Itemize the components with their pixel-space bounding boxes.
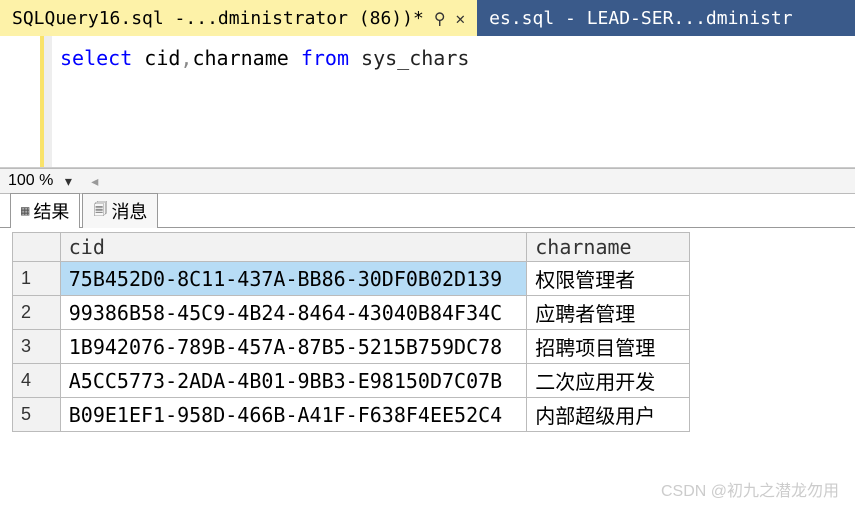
grid-icon: ▦ xyxy=(21,203,29,219)
row-number[interactable]: 5 xyxy=(13,398,61,432)
cell-charname[interactable]: 二次应用开发 xyxy=(527,364,690,398)
cell-cid[interactable]: 75B452D0-8C11-437A-BB86-30DF0B02D139 xyxy=(60,262,527,296)
col-charname: charname xyxy=(192,46,300,70)
sql-editor[interactable]: select cid,charname from sys_chars xyxy=(0,36,855,168)
tab-label: SQLQuery16.sql -...dministrator (86))* xyxy=(12,8,424,29)
tab-sqlquery16[interactable]: SQLQuery16.sql -...dministrator (86))* ⚲… xyxy=(0,0,477,36)
row-number[interactable]: 1 xyxy=(13,262,61,296)
cell-charname[interactable]: 权限管理者 xyxy=(527,262,690,296)
tab-label: es.sql - LEAD-SER...dministr xyxy=(489,8,792,29)
tab-results-label: 结果 xyxy=(33,198,69,224)
cell-cid[interactable]: A5CC5773-2ADA-4B01-9BB3-E98150D7C07B xyxy=(60,364,527,398)
results-grid[interactable]: cid charname 1 75B452D0-8C11-437A-BB86-3… xyxy=(12,232,690,432)
cell-charname[interactable]: 招聘项目管理 xyxy=(527,330,690,364)
pin-icon[interactable]: ⚲ xyxy=(434,9,446,28)
cell-charname[interactable]: 内部超级用户 xyxy=(527,398,690,432)
watermark: CSDN @初九之潜龙勿用 xyxy=(661,477,839,501)
row-number[interactable]: 4 xyxy=(13,364,61,398)
editor-code[interactable]: select cid,charname from sys_chars xyxy=(52,36,477,167)
result-tabs: ▦ 结果 🗐 消息 xyxy=(0,194,855,228)
tab-messages-label: 消息 xyxy=(111,198,147,224)
messages-icon: 🗐 xyxy=(93,199,107,223)
scroll-left-icon[interactable]: ◂ xyxy=(85,171,104,192)
tab-messages[interactable]: 🗐 消息 xyxy=(82,193,158,228)
row-number[interactable]: 2 xyxy=(13,296,61,330)
editor-change-bar xyxy=(44,36,52,167)
table-row[interactable]: 5 B09E1EF1-958D-466B-A41F-F638F4EE52C4 内… xyxy=(13,398,690,432)
tab-essql[interactable]: es.sql - LEAD-SER...dministr xyxy=(477,0,804,36)
cell-cid[interactable]: 99386B58-45C9-4B24-8464-43040B84F34C xyxy=(60,296,527,330)
tab-results[interactable]: ▦ 结果 xyxy=(10,193,80,228)
zoom-value: 100 % xyxy=(0,172,59,190)
comma: , xyxy=(180,46,192,70)
table-row[interactable]: 3 1B942076-789B-457A-87B5-5215B759DC78 招… xyxy=(13,330,690,364)
keyword-select: select xyxy=(60,46,132,70)
header-charname[interactable]: charname xyxy=(527,233,690,262)
table-row[interactable]: 2 99386B58-45C9-4B24-8464-43040B84F34C 应… xyxy=(13,296,690,330)
cell-cid[interactable]: B09E1EF1-958D-466B-A41F-F638F4EE52C4 xyxy=(60,398,527,432)
zoom-bar: 100 % ▾ ◂ xyxy=(0,168,855,194)
keyword-from: from xyxy=(301,46,349,70)
header-cid[interactable]: cid xyxy=(60,233,527,262)
table-name: sys_chars xyxy=(349,46,469,70)
table-row[interactable]: 4 A5CC5773-2ADA-4B01-9BB3-E98150D7C07B 二… xyxy=(13,364,690,398)
file-tabs: SQLQuery16.sql -...dministrator (86))* ⚲… xyxy=(0,0,855,36)
cell-charname[interactable]: 应聘者管理 xyxy=(527,296,690,330)
table-row[interactable]: 1 75B452D0-8C11-437A-BB86-30DF0B02D139 权… xyxy=(13,262,690,296)
editor-gutter xyxy=(0,36,44,167)
zoom-dropdown[interactable]: ▾ xyxy=(59,171,77,192)
cell-cid[interactable]: 1B942076-789B-457A-87B5-5215B759DC78 xyxy=(60,330,527,364)
col-cid: cid xyxy=(132,46,180,70)
header-rownum[interactable] xyxy=(13,233,61,262)
close-icon[interactable]: ✕ xyxy=(456,9,466,28)
row-number[interactable]: 3 xyxy=(13,330,61,364)
